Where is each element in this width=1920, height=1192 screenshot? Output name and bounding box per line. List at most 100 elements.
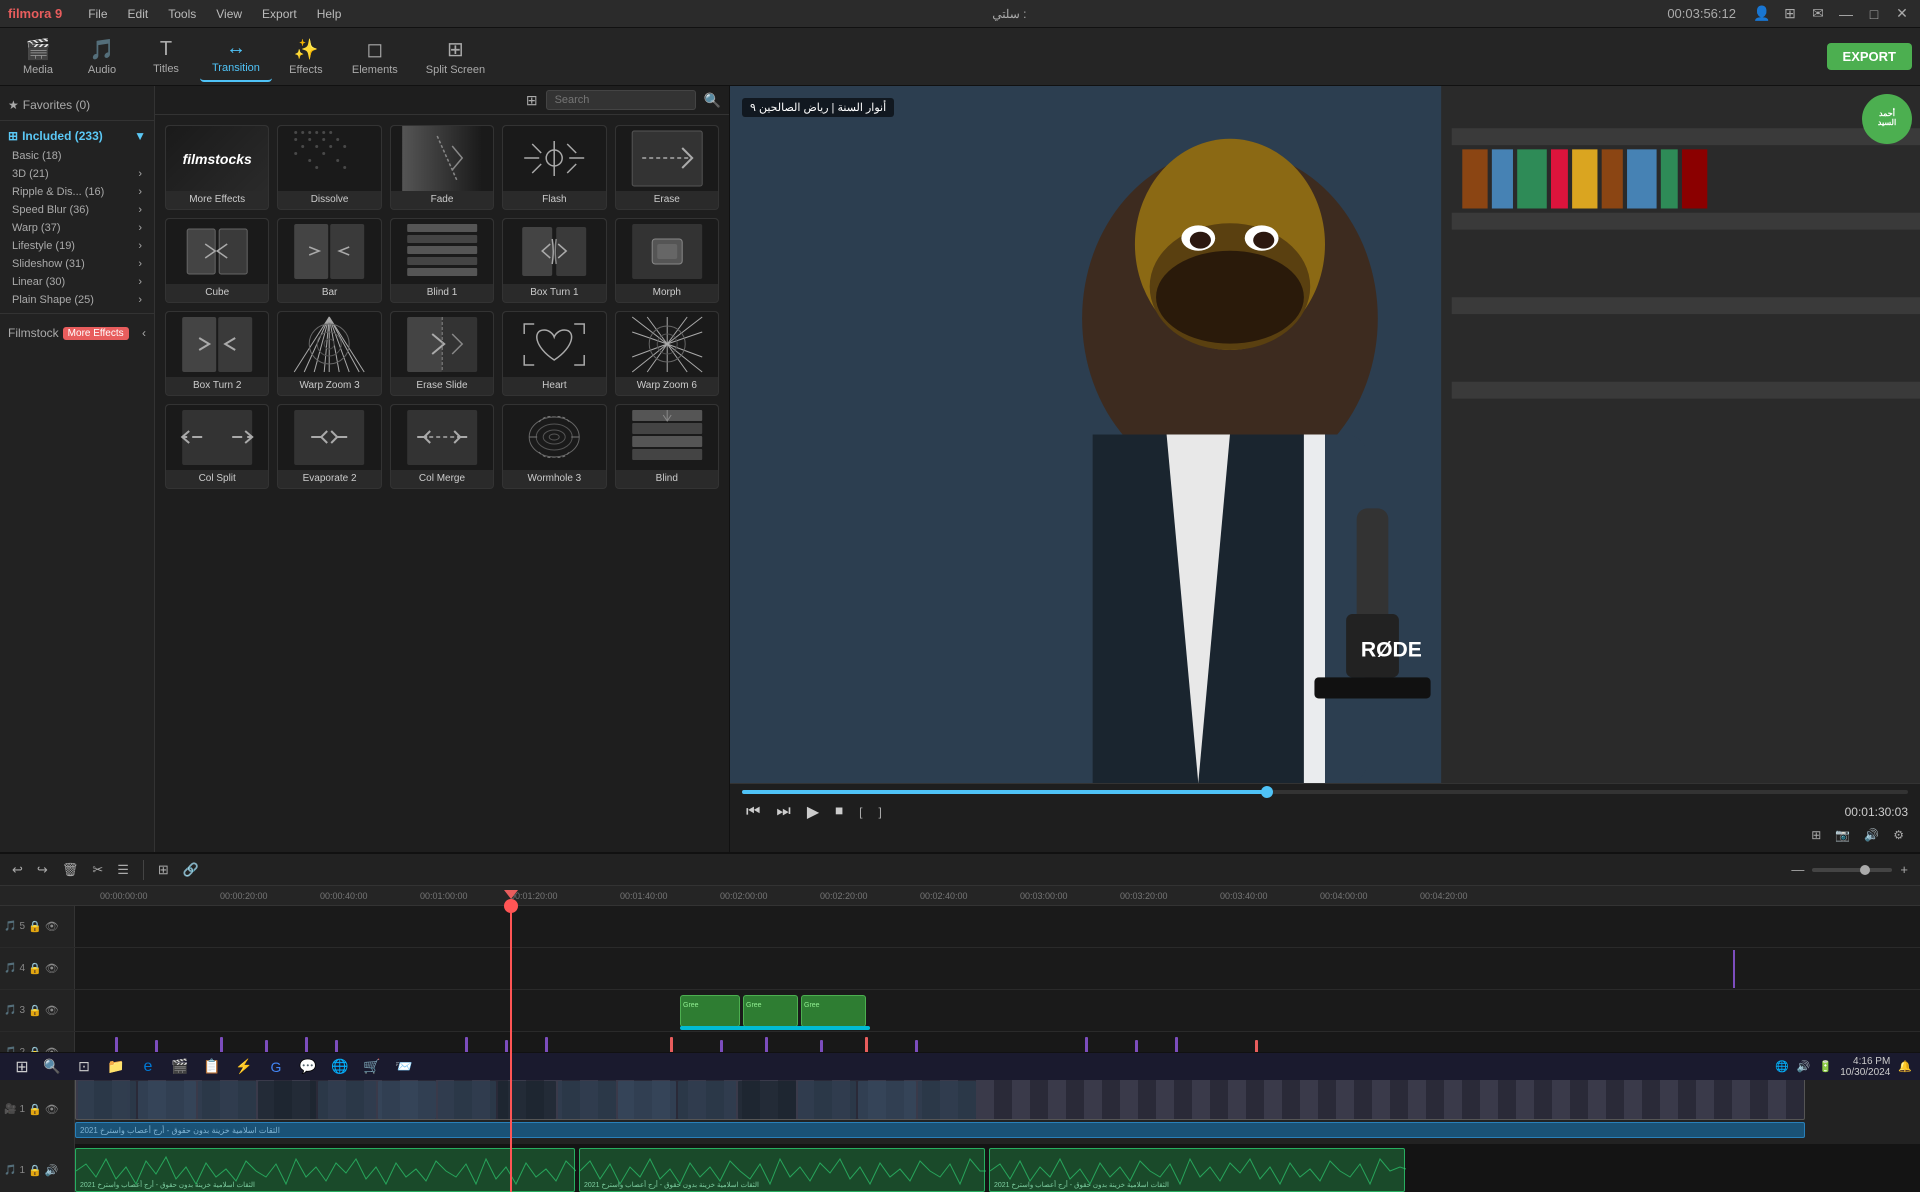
taskbar-app2[interactable]: 📋 [198,1055,226,1079]
sidebar-included[interactable]: ⊞ Included (233) ▼ [0,125,154,147]
tool-effects[interactable]: ✨ Effects [276,32,336,82]
step-back-btn[interactable]: ⏭ [772,801,794,823]
sidebar-slideshow[interactable]: Slideshow (31) › [0,255,154,273]
taskbar-battery-icon[interactable]: 🔋 [1819,1060,1833,1073]
menu-export[interactable]: Export [252,0,307,28]
effect-colmerge[interactable]: Col Merge [390,404,494,489]
play-btn[interactable]: ▶ [803,800,823,824]
user-icon[interactable]: 👤 [1752,4,1772,24]
menu-edit[interactable]: Edit [118,0,159,28]
track-content-4[interactable] [75,948,1920,989]
audio-clip-1[interactable]: الثقات اسلامية خزينة بدون حقوق - أرج أعص… [75,1148,575,1192]
track-add-btn[interactable]: ⊞ [154,860,173,880]
effect-warpzoom3[interactable]: Warp Zoom 3 [277,311,381,396]
start-button[interactable]: ⊞ [8,1053,36,1081]
taskbar-search[interactable]: 🔍 [38,1055,66,1079]
menu-help[interactable]: Help [307,0,352,28]
bracket-left-btn[interactable]: [ [855,803,866,821]
eye-icon-3[interactable]: 👁 [45,1004,59,1017]
effect-flash[interactable]: Flash [502,125,606,210]
redo-btn[interactable]: ↪ [33,860,52,880]
minimize-btn[interactable]: — [1836,4,1856,24]
effect-colsplit[interactable]: Col Split [165,404,269,489]
effect-cube[interactable]: Cube [165,218,269,303]
stop-btn[interactable]: ⏹ [831,801,847,823]
sidebar-speed-blur[interactable]: Speed Blur (36) › [0,201,154,219]
subtitle-strip[interactable]: الثقات اسلامية خزينة بدون حقوق - أرج أعص… [75,1122,1805,1138]
effect-boxturn1[interactable]: Box Turn 1 [502,218,606,303]
effect-warpzoom6[interactable]: Warp Zoom 6 [615,311,719,396]
search-icon[interactable]: 🔍 [704,92,721,109]
sidebar-warp[interactable]: Warp (37) › [0,219,154,237]
taskbar-datetime[interactable]: 4:16 PM 10/30/2024 [1840,1056,1890,1078]
export-button[interactable]: EXPORT [1827,43,1912,70]
eye-icon-5[interactable]: 👁 [45,920,59,933]
settings-btn[interactable]: ⚙ [1889,826,1908,844]
taskbar-network-icon[interactable]: 🌐 [1775,1060,1789,1073]
volume-btn[interactable]: 🔊 [1860,826,1883,844]
close-btn[interactable]: ✕ [1892,4,1912,24]
effect-filmstocks[interactable]: filmstocks More Effects [165,125,269,210]
sidebar-linear[interactable]: Linear (30) › [0,273,154,291]
taskbar-store[interactable]: 🛒 [358,1055,386,1079]
menu-view[interactable]: View [206,0,252,28]
effect-fade[interactable]: Fade [390,125,494,210]
green-clip-3c[interactable]: Gree [801,995,866,1027]
sidebar-favorites[interactable]: ★ Favorites (0) [0,94,154,116]
eye-icon-audio1[interactable]: 🔊 [45,1164,59,1177]
eye-icon-4[interactable]: 👁 [45,962,59,975]
effect-eraseslide[interactable]: Erase Slide [390,311,494,396]
effect-boxturn2[interactable]: Box Turn 2 [165,311,269,396]
link-btn[interactable]: 🔗 [179,860,203,880]
sidebar-basic[interactable]: Basic (18) [0,147,154,165]
lock-icon-3[interactable]: 🔒 [28,1004,42,1017]
zoom-out-btn[interactable]: — [1787,860,1808,879]
eye-icon-1[interactable]: 👁 [45,1103,59,1116]
audio-clip-2[interactable]: الثقات اسلامية خزينة بدون حقوق - أرج أعص… [579,1148,985,1192]
maximize-btn[interactable]: □ [1864,4,1884,24]
taskbar-taskview[interactable]: ⊡ [70,1055,98,1079]
progress-bar[interactable] [742,790,1908,794]
list-btn[interactable]: ☰ [113,860,133,880]
rewind-btn[interactable]: ⏮ [742,801,764,823]
clip-thin-4[interactable] [1733,950,1735,988]
menu-file[interactable]: File [78,0,117,28]
undo-btn[interactable]: ↩ [8,860,27,880]
progress-thumb[interactable] [1261,786,1273,798]
grid-icon[interactable]: ⊞ [1780,4,1800,24]
effect-blind1[interactable]: Blind 1 [390,218,494,303]
tool-media[interactable]: 🎬 Media [8,32,68,82]
taskbar-edge[interactable]: e [134,1055,162,1079]
taskbar-filmora[interactable]: 🎬 [166,1055,194,1079]
taskbar-app5[interactable]: 📨 [390,1055,418,1079]
snapshot-btn[interactable]: 📷 [1831,826,1854,844]
grid-view-icon[interactable]: ⊞ [526,92,538,109]
taskbar-app3[interactable]: ⚡ [230,1055,258,1079]
tool-transition[interactable]: ↔ Transition [200,32,272,82]
search-input[interactable] [546,90,696,110]
effect-blind[interactable]: Blind [615,404,719,489]
audio-clip-3[interactable]: الثقات اسلامية خزينة بدون حقوق - أرج أعص… [989,1148,1405,1192]
effect-bar[interactable]: Bar [277,218,381,303]
delete-btn[interactable]: 🗑 [58,860,83,880]
mail-icon[interactable]: ✉ [1808,4,1828,24]
sidebar-lifestyle[interactable]: Lifestyle (19) › [0,237,154,255]
effect-heart[interactable]: Heart [502,311,606,396]
taskbar-app4[interactable]: 💬 [294,1055,322,1079]
main-video-strip[interactable] [75,1078,1805,1120]
taskbar-browser[interactable]: G [262,1055,290,1079]
tool-audio[interactable]: 🎵 Audio [72,32,132,82]
lock-icon-audio1[interactable]: 🔒 [28,1164,42,1177]
tool-elements[interactable]: ◻ Elements [340,32,410,82]
taskbar-notification-icon[interactable]: 🔔 [1898,1060,1912,1073]
sidebar-plain-shape[interactable]: Plain Shape (25) › [0,291,154,309]
tool-titles[interactable]: T Titles [136,32,196,82]
lock-icon-5[interactable]: 🔒 [28,920,42,933]
effect-morph[interactable]: Morph [615,218,719,303]
lock-icon-1[interactable]: 🔒 [28,1103,42,1116]
track-content-3[interactable]: Gree Gree Gree [75,990,1920,1031]
zoom-in-btn[interactable]: + [1896,860,1912,879]
cut-btn[interactable]: ✂ [88,860,107,880]
green-clip-3a[interactable]: Gree [680,995,740,1027]
zoom-track[interactable] [1812,868,1892,872]
